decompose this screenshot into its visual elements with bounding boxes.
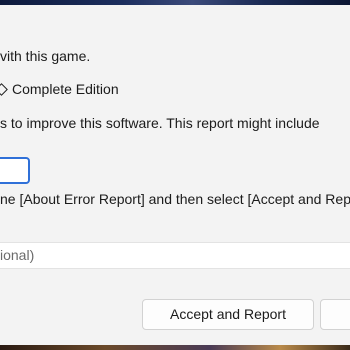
about-error-report-button[interactable] [0,157,30,184]
game-edition-text: Complete Edition [12,81,119,97]
diamond-icon [0,83,8,97]
report-instructions-text: ne [About Error Report] and then select … [0,191,350,207]
comment-input[interactable]: ional) [0,242,350,269]
report-info-text: s to improve this software. This report … [0,115,320,131]
error-report-dialog: vith this game. Complete Edition s to im… [0,5,350,345]
game-background-bottom [0,345,350,350]
accept-and-report-button[interactable]: Accept and Report [142,299,314,330]
game-title-line: Complete Edition [0,80,119,98]
game-description-text: vith this game. [0,48,91,64]
cancel-button[interactable] [320,299,350,330]
